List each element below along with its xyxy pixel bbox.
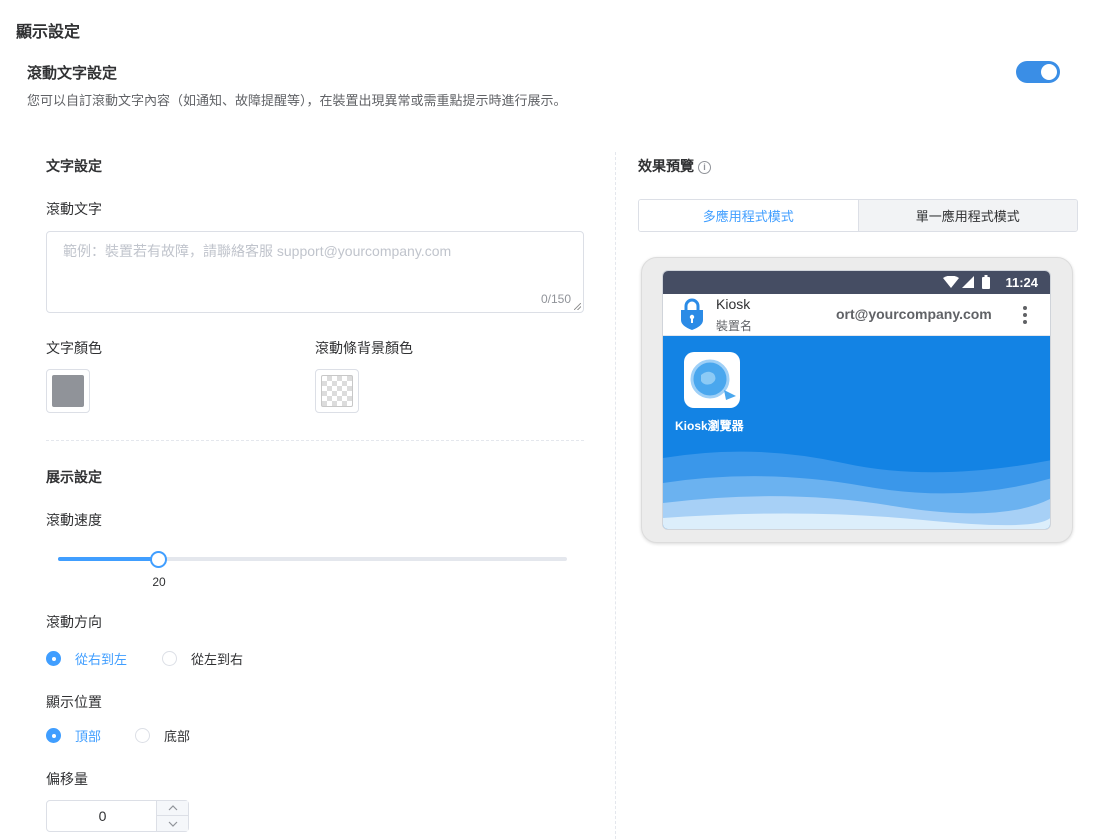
scroll-text-section-title: 滾動文字設定	[27, 65, 118, 82]
radio-dot	[46, 728, 61, 743]
lock-shield-icon	[681, 298, 703, 330]
scroll-text-toggle[interactable]	[1016, 61, 1060, 83]
bg-color-label: 滾動條背景顏色	[315, 340, 413, 356]
device-screen: 11:24 Kiosk 裝置名 ort@yourcompany.com Kios…	[662, 270, 1051, 530]
text-settings-heading: 文字設定	[46, 158, 102, 174]
device-name: 裝置名	[716, 319, 753, 333]
radio-right-to-left[interactable]: 從右到左	[46, 649, 127, 668]
wave-decoration	[663, 451, 1050, 529]
radio-label: 從右到左	[75, 652, 128, 667]
scroll-text-description: 您可以自訂滾動文字內容（如通知、故障提醒等），在裝置出現異常或需重點提示時進行展…	[27, 93, 567, 108]
globe-icon	[690, 359, 736, 400]
section-divider	[46, 440, 584, 441]
direction-label: 滾動方向	[46, 614, 102, 630]
tab-multi-app[interactable]: 多應用程式模式	[639, 200, 858, 231]
scroll-text-label: 滾動文字	[46, 201, 102, 217]
app-name: Kiosk	[716, 296, 751, 312]
radio-label: 底部	[164, 729, 191, 744]
radio-left-to-right[interactable]: 從左到右	[162, 649, 243, 668]
page-title: 顯示設定	[16, 24, 81, 41]
radio-label: 從左到右	[191, 652, 244, 667]
preview-heading-wrap: 效果預覽 i	[638, 156, 711, 176]
speed-value: 20	[152, 575, 166, 589]
radio-dot	[46, 651, 61, 666]
toggle-knob	[1041, 64, 1057, 80]
text-color-picker[interactable]	[46, 369, 90, 413]
position-label: 顯示位置	[46, 694, 102, 710]
preview-mode-tabs: 多應用程式模式 單一應用程式模式	[638, 199, 1078, 232]
offset-number-input[interactable]: 0	[46, 800, 189, 832]
kiosk-app-bar: Kiosk 裝置名 ort@yourcompany.com	[663, 294, 1050, 336]
radio-dot	[162, 651, 177, 666]
kiosk-browser-app-icon[interactable]	[684, 352, 740, 408]
text-color-label: 文字顏色	[46, 340, 102, 356]
wifi-icon	[943, 276, 959, 288]
display-settings-heading: 展示設定	[46, 469, 102, 485]
speed-slider-thumb[interactable]	[150, 551, 167, 568]
textarea-placeholder: 範例：裝置若有故障，請聯絡客服 support@yourcompany.com	[63, 243, 452, 259]
tab-single-app[interactable]: 單一應用程式模式	[857, 200, 1077, 231]
radio-top[interactable]: 頂部	[46, 726, 101, 745]
increment-button[interactable]	[157, 801, 188, 816]
offset-value: 0	[98, 808, 107, 824]
signal-icon	[962, 276, 974, 288]
scroll-text-textarea[interactable]: 範例：裝置若有故障，請聯絡客服 support@yourcompany.com …	[46, 231, 584, 313]
radio-label: 頂部	[75, 729, 102, 744]
offset-label: 偏移量	[46, 771, 88, 787]
home-wallpaper: Kiosk瀏覽器	[663, 336, 1050, 529]
decrement-button[interactable]	[157, 816, 188, 831]
speed-slider-track[interactable]	[58, 557, 567, 561]
app-icon-label: Kiosk瀏覽器	[675, 419, 744, 433]
radio-bottom[interactable]: 底部	[135, 726, 190, 745]
status-time: 11:24	[1005, 275, 1038, 290]
preview-heading: 效果預覽	[638, 158, 694, 174]
more-vertical-icon[interactable]	[1022, 305, 1028, 325]
chevron-up-icon	[168, 805, 177, 811]
column-divider	[615, 152, 616, 839]
transparent-swatch	[321, 375, 353, 407]
stepper-buttons	[156, 801, 188, 831]
radio-dot	[135, 728, 150, 743]
speed-label: 滾動速度	[46, 512, 102, 528]
battery-icon	[982, 275, 990, 289]
info-icon[interactable]: i	[698, 161, 711, 174]
scrolling-text-preview: ort@yourcompany.com	[836, 306, 992, 322]
speed-slider-fill	[58, 557, 160, 561]
status-bar: 11:24	[663, 271, 1050, 294]
bg-color-picker[interactable]	[315, 369, 359, 413]
resize-handle-icon[interactable]	[574, 303, 581, 310]
char-counter: 0/150	[540, 292, 571, 306]
chevron-down-icon	[168, 821, 177, 827]
text-color-swatch	[52, 375, 84, 407]
